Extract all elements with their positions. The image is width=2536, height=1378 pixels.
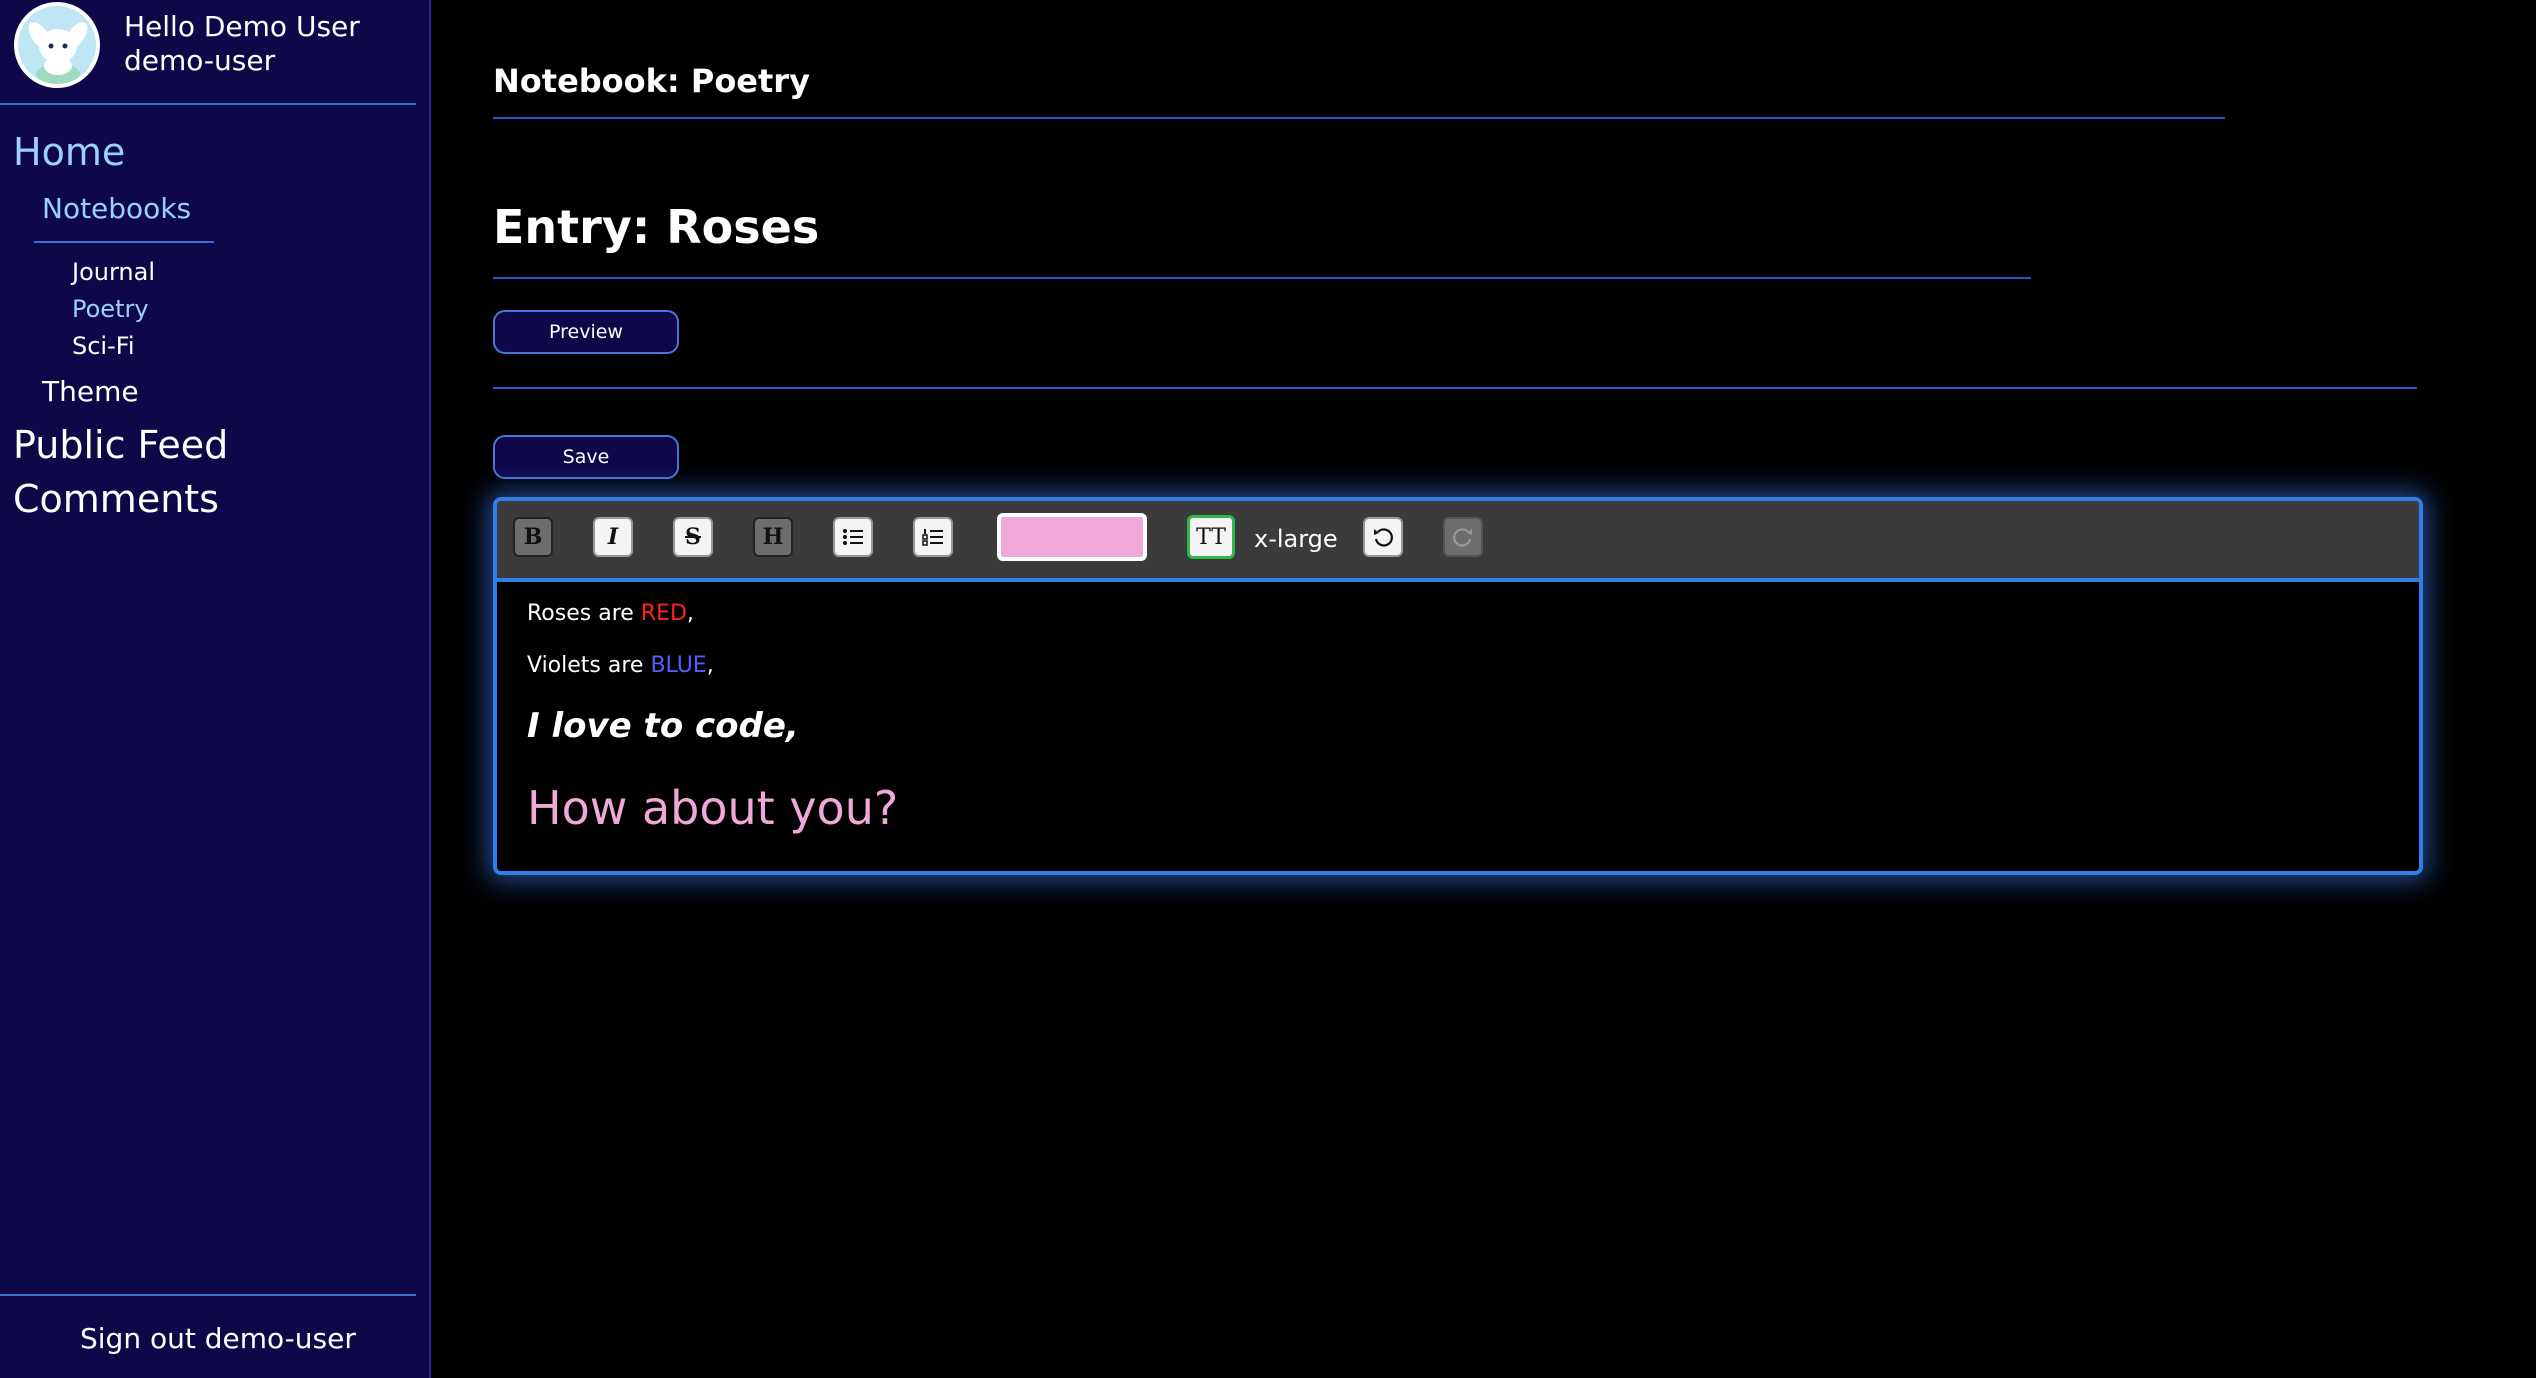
sidebar-divider	[0, 103, 416, 105]
bullet-list-button[interactable]	[833, 517, 873, 557]
editor-toolbar: B I S H TT x-large	[497, 501, 2419, 582]
bold-icon: B	[523, 524, 543, 550]
heading-icon: H	[762, 524, 784, 550]
numbered-list-button[interactable]	[913, 517, 953, 557]
line-2-suffix: ,	[706, 653, 714, 678]
redo-icon	[1453, 528, 1472, 547]
entry-title: Entry: Roses	[493, 200, 820, 254]
strikethrough-button[interactable]: S	[673, 517, 713, 557]
redo-button[interactable]	[1443, 517, 1483, 557]
user-greeting: Hello Demo User demo-user	[124, 10, 360, 78]
preview-button[interactable]: Preview	[493, 310, 679, 354]
nav-home[interactable]: Home	[13, 130, 125, 174]
numbered-list-icon	[922, 529, 943, 546]
notebooks-underline	[34, 241, 214, 243]
entry-divider	[493, 277, 2031, 279]
save-button[interactable]: Save	[493, 435, 679, 479]
line-1-text: Roses are	[527, 601, 641, 626]
section-divider	[493, 387, 2417, 389]
poem-line-2: Violets are BLUE,	[527, 653, 714, 678]
sidebar-bottom-divider	[0, 1294, 416, 1296]
italic-icon: I	[607, 524, 619, 550]
font-size-label: x-large	[1254, 525, 1338, 553]
heading-button[interactable]: H	[753, 517, 793, 557]
sign-out-link[interactable]: Sign out demo-user	[80, 1322, 356, 1355]
bold-button[interactable]: B	[513, 517, 553, 557]
poem-line-3: I love to code,	[527, 706, 799, 746]
username-text: demo-user	[124, 44, 276, 77]
line-1-highlight: RED	[640, 601, 687, 626]
sidebar: Hello Demo User demo-user Home Notebooks…	[0, 0, 431, 1378]
nav-notebook-poetry[interactable]: Poetry	[72, 295, 149, 323]
nav-public-feed[interactable]: Public Feed	[13, 423, 228, 467]
nav-notebook-journal[interactable]: Journal	[72, 258, 155, 286]
notebook-title: Notebook: Poetry	[493, 62, 810, 100]
nav-notebook-scifi[interactable]: Sci-Fi	[72, 332, 134, 360]
avatar	[14, 2, 100, 88]
text-size-icon: TT	[1196, 524, 1226, 550]
bullet-list-icon	[843, 529, 863, 545]
rich-text-editor: B I S H TT x-large Roses are RED, Violet…	[493, 497, 2423, 875]
greeting-text: Hello Demo User	[124, 10, 360, 43]
nav-notebooks[interactable]: Notebooks	[42, 192, 191, 225]
undo-icon	[1374, 528, 1393, 547]
poem-line-1: Roses are RED,	[527, 601, 694, 626]
line-1-suffix: ,	[686, 601, 694, 626]
poem-line-4: How about you?	[527, 781, 899, 835]
text-color-picker[interactable]	[997, 513, 1147, 561]
line-2-text: Violets are	[527, 653, 651, 678]
line-2-highlight: BLUE	[650, 653, 707, 678]
title-divider	[493, 117, 2225, 119]
undo-button[interactable]	[1363, 517, 1403, 557]
nav-comments[interactable]: Comments	[13, 477, 219, 521]
italic-button[interactable]: I	[593, 517, 633, 557]
text-size-button[interactable]: TT	[1187, 515, 1235, 559]
nav-theme[interactable]: Theme	[42, 375, 139, 408]
bunny-avatar-icon	[28, 22, 88, 84]
strikethrough-icon: S	[685, 524, 701, 550]
